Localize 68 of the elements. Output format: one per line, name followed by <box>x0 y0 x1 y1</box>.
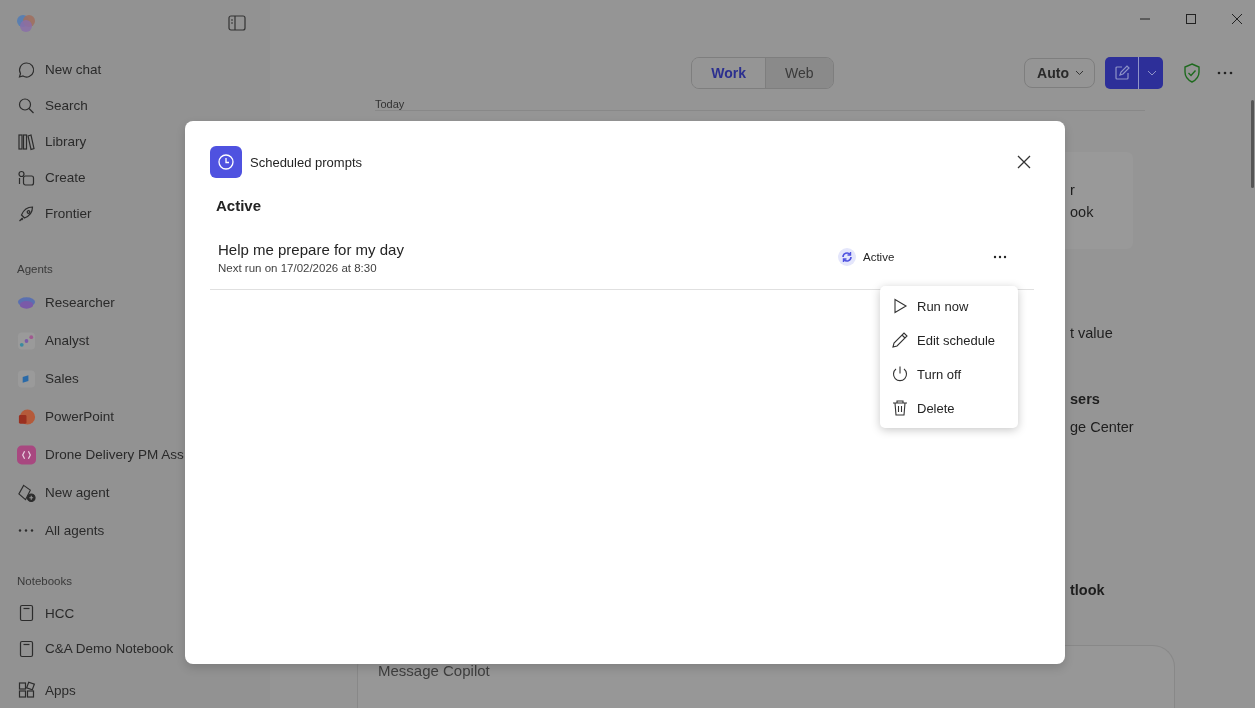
clock-icon <box>210 146 242 178</box>
chat-icon <box>17 60 36 79</box>
agents-heading: Agents <box>17 261 53 277</box>
agent-item[interactable]: Sales <box>45 371 79 387</box>
new-chat-button[interactable] <box>1105 57 1163 89</box>
notebook-icon <box>17 604 36 623</box>
card-text: ook <box>1070 203 1095 220</box>
apps-item[interactable]: Apps <box>45 682 76 698</box>
more-icon <box>993 255 1007 259</box>
sidebar-item[interactable]: Frontier <box>45 206 92 222</box>
more-options-icon[interactable] <box>1217 71 1233 75</box>
close-window-icon[interactable] <box>1231 13 1243 25</box>
dialog-title: Scheduled prompts <box>250 154 363 170</box>
model-dropdown[interactable]: Auto <box>1024 58 1095 88</box>
agent-icon <box>17 444 36 465</box>
sync-icon <box>838 248 856 266</box>
notebooks-heading: Notebooks <box>17 573 72 589</box>
status-label: Active <box>863 251 895 263</box>
menu-item[interactable]: Delete <box>880 391 1018 425</box>
shield-check-icon[interactable] <box>1183 63 1201 83</box>
sidebar-toggle-icon[interactable] <box>228 15 246 32</box>
chevron-down-icon[interactable] <box>1147 70 1157 76</box>
mode-tab[interactable]: Web <box>766 58 833 88</box>
prompt-title: Help me prepare for my day <box>218 240 405 258</box>
close-icon[interactable] <box>1017 155 1031 169</box>
more-icon <box>18 529 34 533</box>
maximize-icon[interactable] <box>1185 13 1197 25</box>
prompt-schedule: Next run on 17/02/2026 at 8:30 <box>218 261 378 274</box>
agent-item[interactable]: Analyst <box>45 333 90 349</box>
play-icon <box>891 297 909 315</box>
scrollbar-thumb[interactable] <box>1251 100 1254 188</box>
sales-agent-icon <box>17 368 36 389</box>
agent-item[interactable]: New agent <box>45 485 110 501</box>
menu-item[interactable]: Run now <box>880 289 1018 323</box>
chat-text: ge Center <box>1070 419 1134 435</box>
agent-item[interactable]: PowerPoint <box>45 409 115 425</box>
compose-icon[interactable] <box>1114 65 1130 81</box>
heading-text: sers <box>1070 391 1100 407</box>
create-icon <box>17 168 36 187</box>
pencil-icon <box>891 331 909 349</box>
message-input[interactable]: Message Copilot <box>378 662 778 679</box>
notebook-item[interactable]: HCC <box>45 605 75 621</box>
agent-item[interactable]: All agents <box>45 523 105 539</box>
power-icon <box>891 365 909 383</box>
chat-text: t value <box>1070 325 1113 341</box>
apps-icon <box>17 681 36 700</box>
agent-item[interactable]: Researcher <box>45 295 115 311</box>
sidebar-item[interactable]: Create <box>45 170 86 186</box>
powerpoint-agent-icon <box>17 406 36 427</box>
mode-tab[interactable]: Work <box>692 58 767 88</box>
sidebar-item[interactable]: Search <box>45 98 88 114</box>
section-heading: Active <box>216 197 263 214</box>
sidebar-item[interactable]: Library <box>45 134 87 150</box>
trash-icon <box>891 399 909 417</box>
card-text: r <box>1070 181 1076 198</box>
sidebar-item[interactable]: New chat <box>45 62 102 78</box>
analyst-agent-icon <box>17 330 36 351</box>
notebook-item[interactable]: C&A Demo Notebook <box>45 641 174 657</box>
menu-item[interactable]: Edit schedule <box>880 323 1018 357</box>
agent-item[interactable]: Drone Delivery PM Ass <box>45 447 184 463</box>
heading-text: tlook <box>1070 582 1105 598</box>
menu-item[interactable]: Turn off <box>880 357 1018 391</box>
library-icon <box>17 132 36 151</box>
date-label: Today <box>375 98 406 110</box>
search-icon <box>17 96 36 115</box>
notebook-icon <box>17 639 36 658</box>
chevron-down-icon <box>1075 70 1084 76</box>
new-agent-icon <box>17 482 36 503</box>
